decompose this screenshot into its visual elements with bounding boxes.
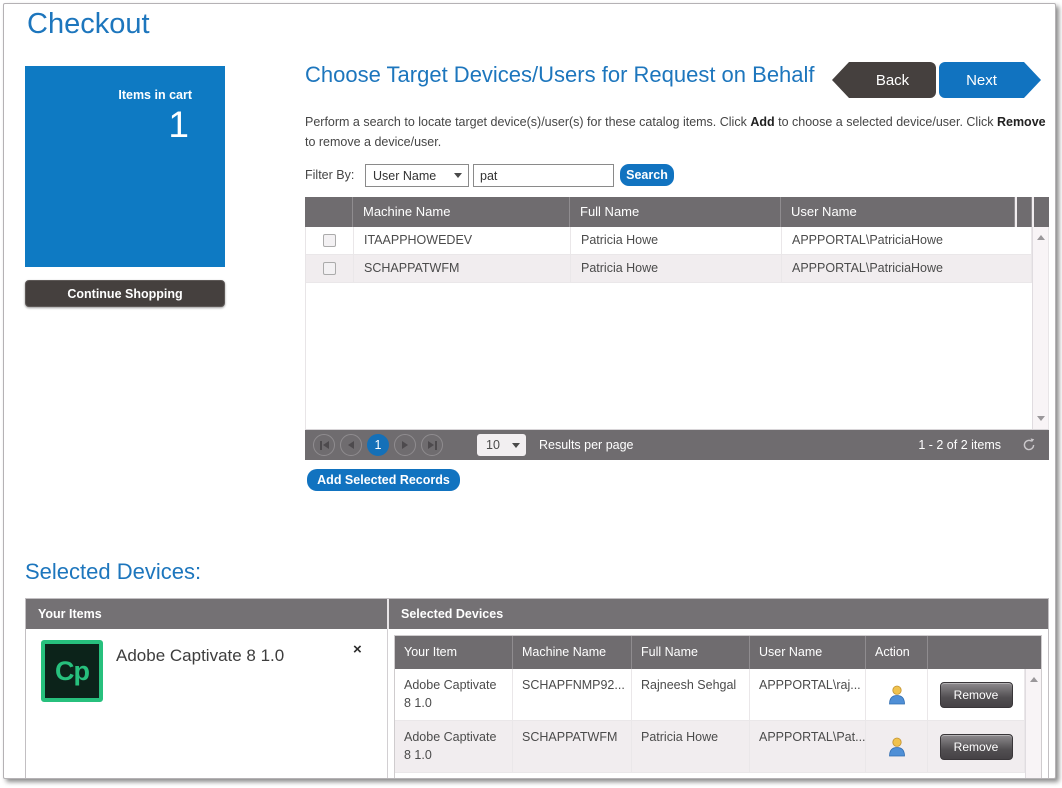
close-icon[interactable]: ×	[353, 641, 362, 658]
user-icon	[887, 736, 907, 758]
page-size-value: 10	[486, 438, 512, 452]
cart-summary: Items in cart 1	[25, 66, 225, 267]
checkout-page: Checkout Items in cart 1 Continue Shoppi…	[3, 3, 1056, 779]
current-page-button[interactable]: 1	[367, 434, 389, 456]
chevron-down-icon	[512, 443, 520, 448]
last-page-icon	[435, 441, 437, 450]
next-button-label: Next	[966, 72, 997, 89]
scroll-up-icon[interactable]	[1030, 677, 1038, 682]
vertical-scrollbar[interactable]	[1032, 227, 1048, 429]
column-header-your-item: Your Item	[395, 636, 513, 669]
page-size-select[interactable]: 10	[477, 434, 526, 456]
first-page-icon	[323, 441, 329, 449]
cart-count: 1	[25, 104, 225, 146]
table-row[interactable]: SCHAPPATWFM Patricia Howe APPPORTAL\Patr…	[306, 255, 1032, 283]
results-grid-body: ITAAPPHOWEDEV Patricia Howe APPPORTAL\Pa…	[305, 227, 1049, 430]
next-arrow-icon	[1024, 62, 1041, 98]
results-per-page-label: Results per page	[539, 430, 634, 460]
selected-grid-header: Your Item Machine Name Full Name User Na…	[395, 636, 1041, 669]
first-page-icon	[320, 441, 322, 450]
column-header-machine-name: Machine Name	[353, 197, 570, 227]
your-items-pane: Cp Adobe Captivate 8 1.0 ×	[26, 629, 388, 779]
column-header-user-name: User Name	[781, 197, 1015, 227]
cart-items-label: Items in cart	[25, 88, 225, 102]
your-items-header: Your Items	[26, 599, 387, 629]
prev-page-icon	[348, 441, 354, 449]
remove-button[interactable]: Remove	[940, 682, 1013, 708]
wizard-heading: Choose Target Devices/Users for Request …	[305, 61, 853, 88]
column-header-full-name: Full Name	[570, 197, 781, 227]
cell-user-name: APPPORTAL\Pat...	[750, 721, 866, 773]
panel-header: Your Items Selected Devices	[26, 599, 1048, 629]
next-page-button[interactable]	[394, 434, 416, 456]
column-header-remove	[928, 636, 1041, 669]
cell-machine-name: ITAAPPHOWEDEV	[354, 227, 571, 254]
captivate-app-icon: Cp	[41, 640, 103, 702]
cell-full-name: Patricia Howe	[571, 255, 782, 282]
back-button-label: Back	[876, 72, 909, 89]
filter-by-label: Filter By:	[305, 168, 354, 182]
cell-your-item: Adobe Captivate 8 1.0	[395, 721, 513, 773]
vertical-scrollbar[interactable]	[1025, 669, 1041, 779]
cell-machine-name: SCHAPFNMP92...	[513, 669, 632, 721]
row-checkbox[interactable]	[323, 234, 336, 247]
filter-field-select[interactable]: User Name	[365, 164, 469, 187]
back-button[interactable]: Back	[832, 62, 936, 98]
selected-devices-header: Selected Devices	[389, 599, 1048, 629]
column-header-user-name: User Name	[750, 636, 866, 669]
first-page-button[interactable]	[313, 434, 335, 456]
add-selected-records-button[interactable]: Add Selected Records	[307, 469, 460, 491]
header-scrollbar-cell	[1034, 197, 1049, 227]
remove-button[interactable]: Remove	[940, 734, 1013, 760]
table-row[interactable]: Adobe Captivate 8 1.0 SCHAPPATWFM Patric…	[395, 721, 1025, 773]
captivate-icon-text: Cp	[55, 656, 89, 687]
cell-full-name: Patricia Howe	[571, 227, 782, 254]
header-spacer-cell	[1017, 197, 1032, 227]
column-header-action: Action	[866, 636, 928, 669]
user-icon	[887, 684, 907, 706]
selected-devices-grid: Your Item Machine Name Full Name User Na…	[394, 635, 1042, 779]
cell-user-name: APPPORTAL\raj...	[750, 669, 866, 721]
scroll-up-icon[interactable]	[1037, 235, 1045, 240]
previous-page-button[interactable]	[340, 434, 362, 456]
cell-user-name: APPPORTAL\PatriciaHowe	[782, 255, 1032, 282]
cell-user-name: APPPORTAL\PatriciaHowe	[782, 227, 1032, 254]
column-header-machine-name: Machine Name	[513, 636, 632, 669]
filter-query-input[interactable]	[473, 164, 614, 187]
results-grid: Machine Name Full Name User Name ITAAPPH…	[305, 197, 1049, 430]
scroll-down-icon[interactable]	[1037, 416, 1045, 421]
selected-devices-panel: Your Items Selected Devices Cp Adobe Cap…	[25, 598, 1049, 779]
pagination-bar: 1 10 Results per page 1 - 2 of 2 items	[305, 430, 1049, 460]
table-row[interactable]: Adobe Captivate 8 1.0 SCHAPFNMP92... Raj…	[395, 669, 1025, 721]
last-page-button[interactable]	[421, 434, 443, 456]
next-button[interactable]: Next	[939, 62, 1041, 98]
filter-field-value: User Name	[373, 169, 454, 183]
cell-your-item: Adobe Captivate 8 1.0	[395, 669, 513, 721]
next-page-icon	[402, 441, 408, 449]
last-page-icon	[428, 441, 434, 449]
refresh-icon[interactable]	[1021, 437, 1037, 453]
selected-devices-heading: Selected Devices:	[25, 558, 201, 585]
instructions-text: Perform a search to locate target device…	[305, 112, 1053, 152]
page-title: Checkout	[27, 8, 150, 41]
results-grid-header: Machine Name Full Name User Name	[305, 197, 1049, 227]
continue-shopping-button[interactable]: Continue Shopping	[25, 280, 225, 307]
cell-machine-name: SCHAPPATWFM	[513, 721, 632, 773]
column-header-full-name: Full Name	[632, 636, 750, 669]
row-checkbox[interactable]	[323, 262, 336, 275]
chevron-down-icon	[454, 173, 462, 178]
cell-machine-name: SCHAPPATWFM	[354, 255, 571, 282]
table-row[interactable]: ITAAPPHOWEDEV Patricia Howe APPPORTAL\Pa…	[306, 227, 1032, 255]
checkbox-column-header	[305, 197, 353, 227]
cell-full-name: Patricia Howe	[632, 721, 750, 773]
cart-item-title: Adobe Captivate 8 1.0	[116, 646, 284, 666]
search-button[interactable]: Search	[620, 164, 674, 186]
back-arrow-icon	[832, 62, 849, 98]
items-range-label: 1 - 2 of 2 items	[918, 430, 1001, 460]
cell-full-name: Rajneesh Sehgal	[632, 669, 750, 721]
